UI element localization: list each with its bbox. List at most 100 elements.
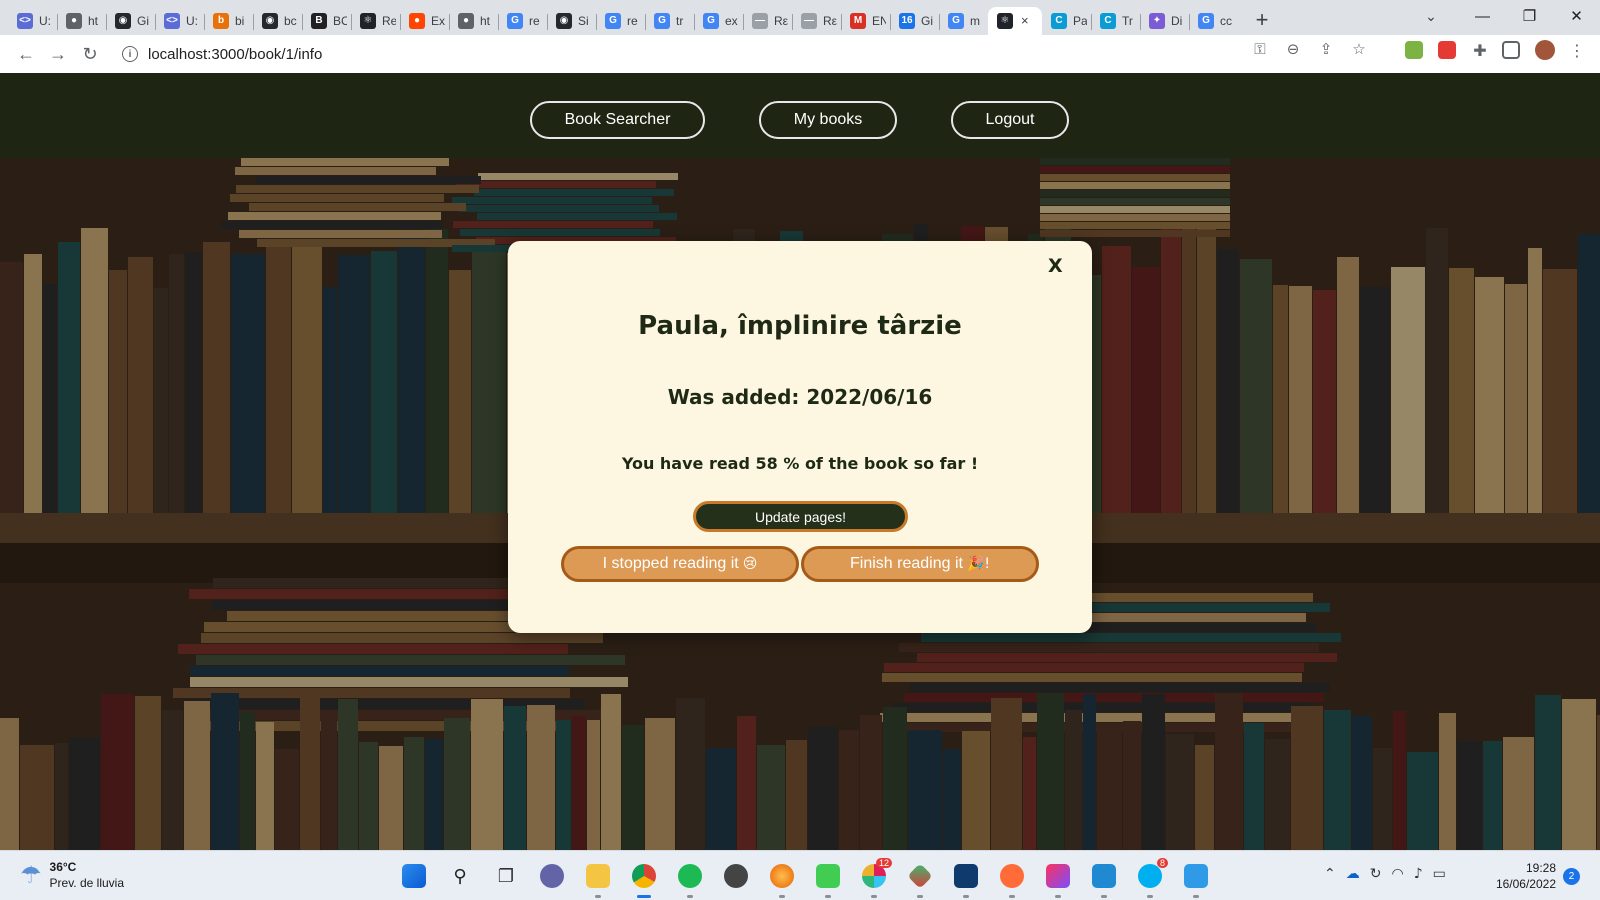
omnibox-actions: ⚿ ⊖ ⇪ ☆ — [1250, 39, 1369, 59]
slack-badge: 12 — [875, 858, 892, 868]
browser-tab[interactable]: Gex — [694, 7, 743, 35]
postman-icon[interactable] — [996, 860, 1028, 898]
extension-youtube-icon[interactable] — [1438, 41, 1456, 59]
bookmark-star-icon[interactable]: ☆ — [1349, 39, 1369, 59]
tab-favicon-icon: ◉ — [556, 12, 572, 29]
battery-icon[interactable]: ▭ — [1433, 866, 1446, 882]
site-info-icon[interactable]: i — [122, 46, 138, 62]
side-panel-icon[interactable] — [1502, 41, 1520, 59]
tab-favicon-icon: ● — [66, 12, 82, 29]
browser-tab[interactable]: ◉ bc — [253, 7, 302, 35]
taskbar-apps: ⚲ ❐ 12 8 — [398, 858, 1212, 898]
browser-tab[interactable]: Gm — [939, 7, 988, 35]
clock-date: 16/06/2022 — [1495, 877, 1556, 891]
chevron-up-icon[interactable]: ⌃ — [1324, 866, 1336, 882]
skype-icon[interactable]: 8 — [1134, 858, 1168, 898]
tab-favicon-icon: M — [850, 12, 866, 29]
tab-search-button[interactable]: ⌄ — [1411, 8, 1451, 25]
browser-tab[interactable]: ✦ Di — [1140, 7, 1189, 35]
chrome-icon[interactable] — [628, 860, 660, 898]
browser-tab[interactable]: Gre — [596, 7, 645, 35]
browser-tab[interactable]: B BC — [302, 7, 351, 35]
stopped-reading-button[interactable]: I stopped reading it 😢 — [561, 546, 799, 582]
url-text[interactable]: localhost:3000/book/1/info — [148, 46, 322, 63]
tab-title: Rε — [823, 13, 837, 28]
browser-tab[interactable]: — Rε — [743, 7, 792, 35]
onedrive-icon[interactable]: ☁ — [1346, 866, 1360, 882]
back-button[interactable]: ← — [10, 38, 42, 70]
browser-tab[interactable]: ⚛ Re — [351, 7, 400, 35]
close-window-button[interactable]: ✕ — [1553, 7, 1600, 25]
browser-tab[interactable]: <> U: — [8, 7, 57, 35]
visual-studio-icon[interactable] — [950, 860, 982, 898]
profile-avatar[interactable] — [1535, 40, 1555, 60]
browser-tab[interactable]: Gtr — [645, 7, 694, 35]
start-windows-icon[interactable] — [398, 860, 430, 892]
close-modal-button[interactable]: X — [1048, 255, 1063, 277]
browser-tab[interactable]: — Rε — [792, 7, 841, 35]
search-icon[interactable]: ⚲ — [444, 860, 476, 892]
qt-creator-icon[interactable] — [812, 860, 844, 898]
browser-tab[interactable]: Gre — [498, 7, 547, 35]
finish-reading-button[interactable]: Finish reading it 🎉! — [801, 546, 1039, 582]
notification-badge[interactable]: 2 — [1563, 868, 1580, 885]
browser-tab-active[interactable]: ⚛ × — [988, 6, 1042, 35]
new-tab-button[interactable]: + — [1248, 6, 1276, 34]
party-popper-icon: 🎉! — [966, 556, 990, 572]
finish-reading-label: Finish reading it — [850, 555, 963, 572]
tab-title: ht — [480, 13, 491, 28]
weather-widget[interactable]: ☂ 36°C Prev. de lluvia — [20, 859, 124, 891]
browser-tab[interactable]: ● ht — [57, 7, 106, 35]
sync-icon[interactable]: ↻ — [1370, 866, 1382, 882]
vscode-icon[interactable] — [1088, 860, 1120, 898]
browser-tab[interactable]: b bi — [204, 7, 253, 35]
obs-icon[interactable] — [720, 860, 752, 892]
spotify-icon[interactable] — [674, 860, 706, 898]
taskbar-clock[interactable]: 19:28 16/06/2022 — [1488, 860, 1556, 892]
tab-favicon-icon: — — [752, 12, 768, 29]
book-searcher-button[interactable]: Book Searcher — [530, 101, 705, 139]
intellij-icon[interactable] — [1042, 860, 1074, 898]
tab-favicon-icon: b — [213, 12, 229, 29]
tab-title: Gi — [921, 13, 933, 28]
firefox-icon[interactable] — [766, 860, 798, 898]
browser-tab[interactable]: C Tr — [1091, 7, 1140, 35]
tab-favicon-icon: 16 — [899, 12, 915, 29]
my-books-button[interactable]: My books — [759, 101, 897, 139]
task-view-icon[interactable]: ❐ — [490, 860, 522, 892]
volume-icon[interactable]: ♪ — [1414, 866, 1423, 882]
browser-tab[interactable]: ● ht — [449, 7, 498, 35]
maximize-button[interactable]: ❐ — [1506, 7, 1553, 25]
address-bar[interactable]: i localhost:3000/book/1/info — [110, 39, 1230, 69]
react-favicon-icon: ⚛ — [997, 12, 1013, 29]
logout-button[interactable]: Logout — [951, 101, 1069, 139]
browser-tab[interactable]: ◉ Gi — [106, 7, 155, 35]
browser-tab[interactable]: 16 Gi — [890, 7, 939, 35]
file-explorer-icon[interactable] — [582, 860, 614, 898]
share-icon[interactable]: ⇪ — [1316, 39, 1336, 59]
browser-tab[interactable]: C Pa — [1042, 7, 1091, 35]
browser-tab[interactable]: ● Ex — [400, 7, 449, 35]
forward-button[interactable]: → — [42, 38, 74, 70]
browser-tab[interactable]: <> U: — [155, 7, 204, 35]
update-pages-button[interactable]: Update pages! — [693, 501, 908, 532]
slack-icon[interactable]: 12 — [858, 858, 892, 898]
teams-chat-icon[interactable] — [536, 860, 568, 892]
notepad-icon[interactable] — [1180, 860, 1212, 898]
reload-button[interactable]: ↻ — [74, 38, 106, 70]
zoom-icon[interactable]: ⊖ — [1283, 39, 1303, 59]
password-key-icon[interactable]: ⚿ — [1250, 39, 1270, 59]
tab-close-icon[interactable]: × — [1021, 13, 1029, 28]
browser-tab[interactable]: ◉ Si — [547, 7, 596, 35]
git-kraken-icon[interactable] — [904, 860, 936, 898]
browser-tab-strip: <> U: ● ht ◉ Gi <> U: b bi ◉ bc B BC ⚛ Re ● Ex ● ht Gre ◉ Si Gr… — [0, 0, 1600, 35]
browser-tab[interactable]: Gcc — [1189, 7, 1238, 35]
minimize-button[interactable]: — — [1459, 8, 1506, 25]
tab-favicon-icon: — — [801, 12, 817, 29]
browser-menu-icon[interactable]: ⋮ — [1568, 41, 1586, 60]
tab-favicon-icon: <> — [17, 12, 33, 29]
extensions-puzzle-icon[interactable]: ✚ — [1471, 41, 1489, 60]
extension-icon[interactable] — [1405, 41, 1423, 59]
browser-tab[interactable]: M EN — [841, 7, 890, 35]
wifi-icon[interactable]: ◠ — [1391, 866, 1403, 882]
